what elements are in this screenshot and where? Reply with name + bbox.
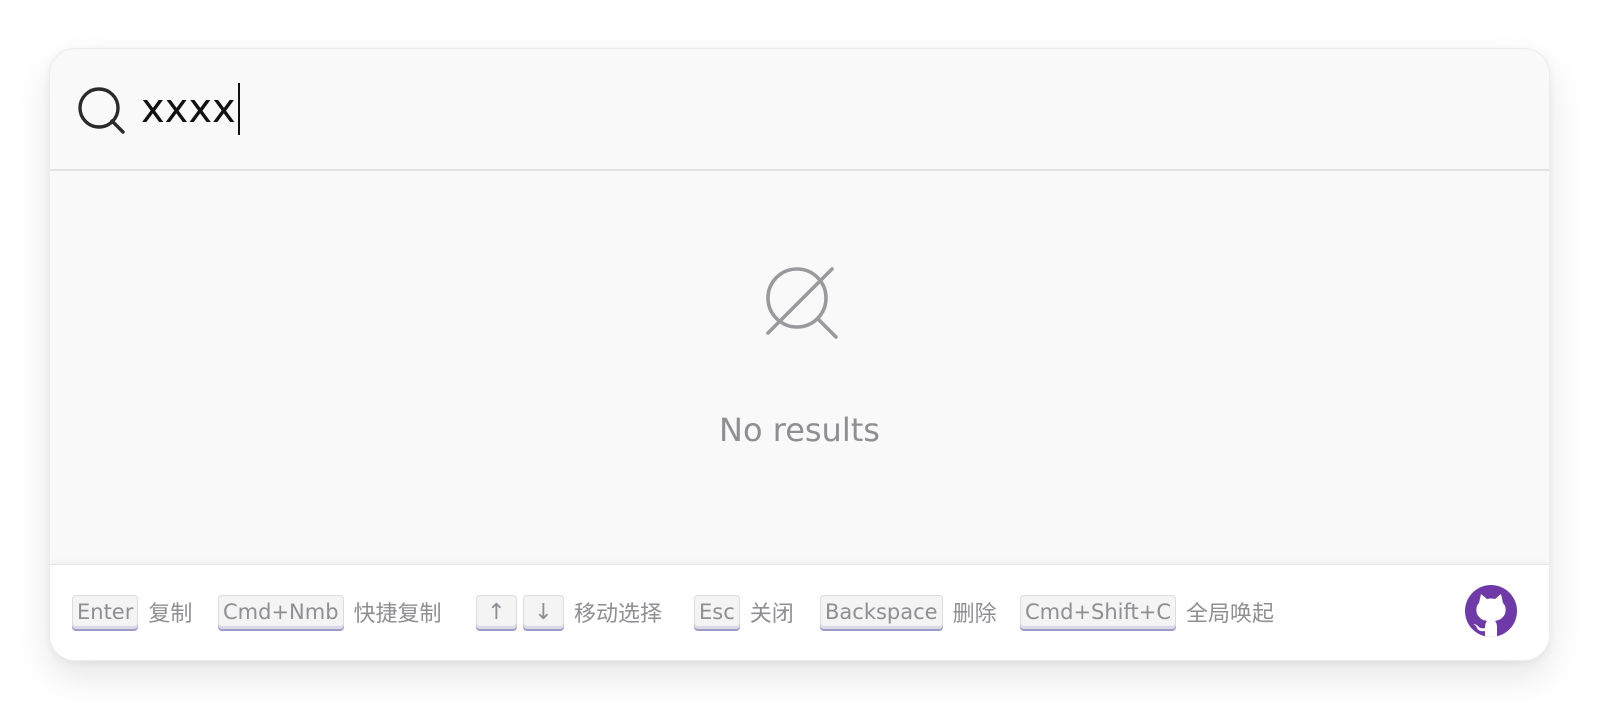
search-input[interactable]: xxxx	[141, 77, 240, 141]
results-area: No results	[50, 171, 1549, 564]
shortcut-footer: Enter 复制 Cmd+Nmb 快捷复制 ↑ ↓ 移动选择 Esc 关闭 Ba…	[50, 564, 1549, 660]
clipboard-search-panel: xxxx No results Enter 复制 Cmd+Nmb 快捷复制 ↑ …	[49, 48, 1550, 661]
hint-label-close: 关闭	[749, 602, 794, 627]
no-results-icon	[766, 267, 838, 339]
key-backspace: Backspace	[820, 595, 943, 629]
hint-label-copy: 复制	[148, 602, 193, 627]
key-cmd-shift-c: Cmd+Shift+C	[1020, 595, 1177, 629]
key-arrow-up: ↑	[476, 595, 517, 629]
hint-arrows: ↑ ↓ 移动选择	[476, 594, 662, 630]
hint-label-move-selection: 移动选择	[574, 602, 663, 627]
key-cmd-nmb: Cmd+Nmb	[218, 595, 344, 629]
key-arrow-down: ↓	[523, 595, 564, 629]
hint-cmd-nmb: Cmd+Nmb 快捷复制	[218, 594, 442, 630]
hint-enter: Enter 复制	[72, 594, 192, 630]
github-link[interactable]	[1465, 585, 1517, 637]
search-input-value: xxxx	[141, 86, 236, 132]
hint-esc: Esc 关闭	[694, 594, 794, 630]
search-icon	[78, 87, 125, 134]
search-bar: xxxx	[50, 49, 1549, 171]
key-esc: Esc	[694, 595, 740, 629]
github-icon	[1473, 594, 1506, 637]
hint-label-delete: 删除	[952, 602, 997, 627]
no-results-message: No results	[719, 411, 880, 449]
hint-cmd-shift-c: Cmd+Shift+C 全局唤起	[1020, 594, 1274, 630]
hint-label-global-invoke: 全局唤起	[1186, 602, 1275, 627]
text-caret	[237, 83, 240, 135]
hint-label-quick-copy: 快捷复制	[353, 602, 442, 627]
key-enter: Enter	[72, 595, 139, 629]
hint-backspace: Backspace 删除	[820, 594, 997, 630]
